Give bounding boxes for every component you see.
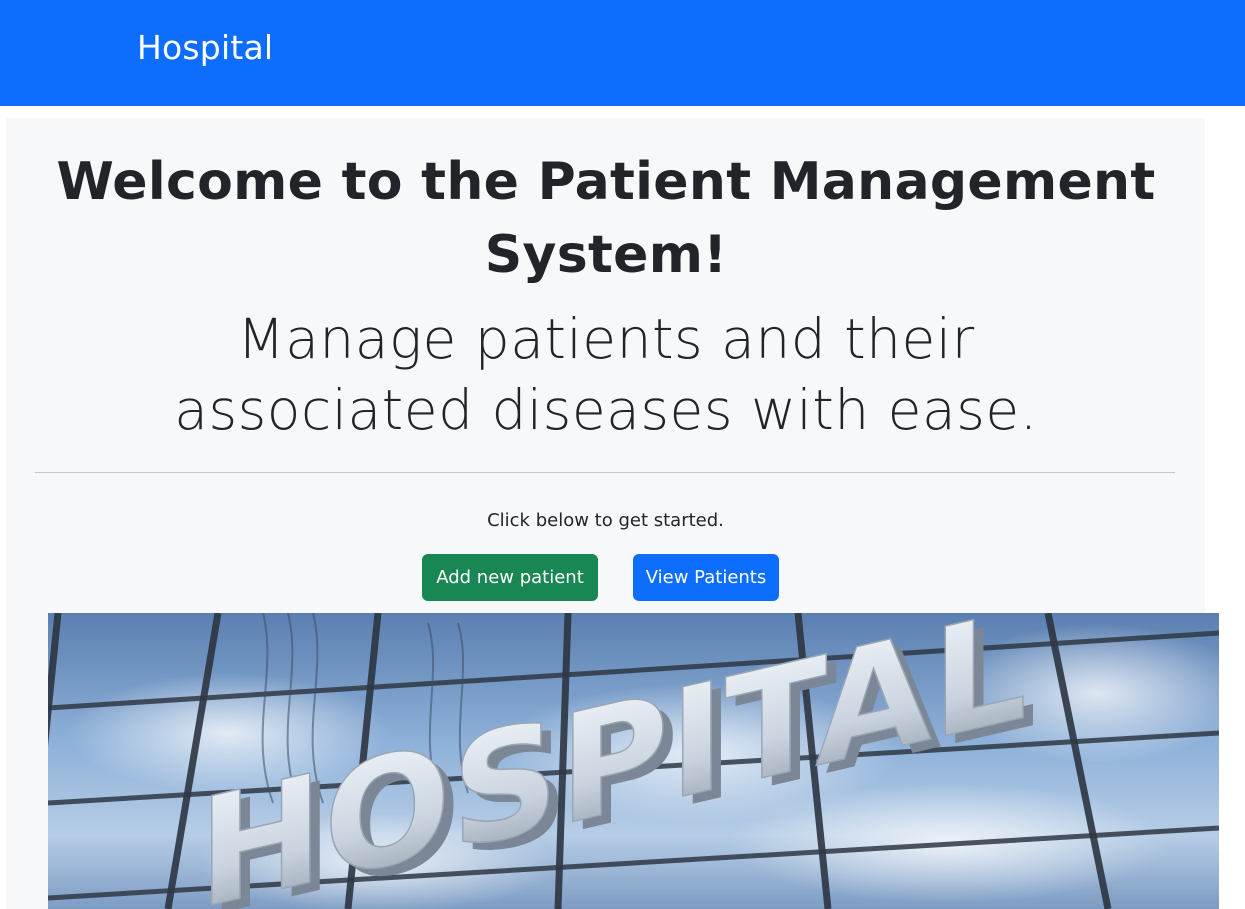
page-title: Welcome to the Patient Management System… [56, 152, 1156, 285]
navbar: Hospital [0, 0, 1245, 106]
view-patients-button[interactable]: View Patients [633, 554, 779, 601]
add-new-patient-button[interactable]: Add new patient [422, 554, 598, 601]
divider [35, 472, 1175, 473]
navbar-brand[interactable]: Hospital [137, 26, 273, 70]
lead-text: Manage patients and their associated dis… [174, 307, 1038, 442]
hint-text: Click below to get started. [487, 510, 724, 531]
hospital-building-image: HOSPITAL HOSPITAL [48, 613, 1219, 909]
